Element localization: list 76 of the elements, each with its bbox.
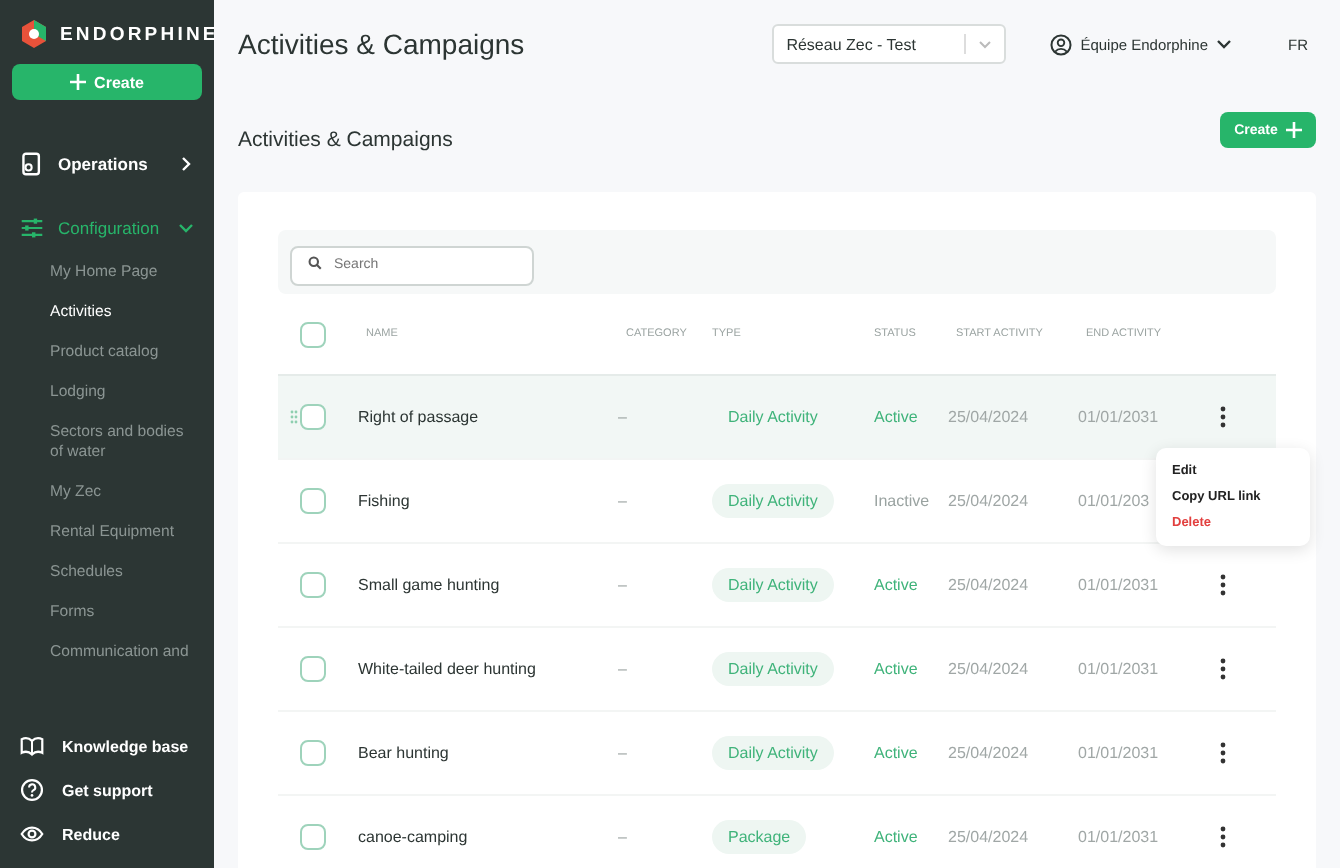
row-checkbox[interactable] xyxy=(300,572,326,598)
activity-name: Bear hunting xyxy=(358,744,451,762)
table-row[interactable]: White-tailed deer hunting – Daily Activity Active 25/04/2024 01/01/2031 xyxy=(278,628,1276,712)
row-checkbox[interactable] xyxy=(300,656,326,682)
row-checkbox[interactable] xyxy=(300,740,326,766)
more-options-icon[interactable] xyxy=(1220,826,1226,848)
status-text: Inactive xyxy=(872,492,932,510)
nav-section[interactable]: Configuration xyxy=(12,204,202,252)
start-date: 25/04/2024 xyxy=(948,660,1029,678)
nav-section[interactable]: Operations xyxy=(12,140,202,188)
table-row[interactable]: Bear hunting – Daily Activity Active 25/04/2024 01/01/2031 xyxy=(278,712,1276,796)
status-text: Active xyxy=(872,744,920,762)
more-options-icon[interactable] xyxy=(1220,658,1226,680)
type-tag: Daily Activity xyxy=(712,568,834,602)
search-icon xyxy=(308,256,322,270)
more-options-icon[interactable] xyxy=(1220,406,1226,428)
activity-name: Fishing xyxy=(358,492,412,510)
type-tag: Daily Activity xyxy=(712,400,834,434)
status-text: Active xyxy=(872,660,920,678)
type-tag: Package xyxy=(712,820,807,854)
end-date: 01/01/2031 xyxy=(1078,744,1159,762)
status-text: Active xyxy=(872,828,920,846)
table-row[interactable]: Small game hunting – Daily Activity Active 25/04/2024 01/01/2031 xyxy=(278,544,1276,628)
table-row[interactable]: Right of passage – Daily Activity Active 25/04/2024 01/01/2031 xyxy=(278,376,1276,460)
end-date: 01/01/2031 xyxy=(1078,828,1159,846)
start-date: 25/04/2024 xyxy=(948,828,1029,846)
more-options-icon[interactable] xyxy=(1220,574,1226,596)
row-checkbox[interactable] xyxy=(300,404,326,430)
activity-name: canoe-camping xyxy=(358,828,470,846)
status-text: Active xyxy=(872,576,920,594)
start-date: 25/04/2024 xyxy=(948,576,1029,594)
nav-item[interactable]: Get support xyxy=(12,768,202,812)
start-date: 25/04/2024 xyxy=(948,744,1029,762)
activity-name: White-tailed deer hunting xyxy=(358,660,538,678)
start-date: 25/04/2024 xyxy=(948,408,1029,426)
nav-item[interactable]: Knowledge base xyxy=(12,724,202,768)
section-title: Activities & Campaigns xyxy=(238,128,453,152)
activity-name: Small game hunting xyxy=(358,576,502,594)
activity-name: Right of passage xyxy=(358,408,481,426)
select-all-checkbox[interactable] xyxy=(300,321,326,347)
book-icon xyxy=(20,734,44,758)
row-checkbox[interactable] xyxy=(300,488,326,514)
chevron-icon xyxy=(178,156,194,172)
status-text: Active xyxy=(872,408,920,426)
type-tag: Daily Activity xyxy=(712,484,834,518)
plus-icon xyxy=(70,74,87,90)
eye-icon xyxy=(20,822,44,846)
row-checkbox[interactable] xyxy=(300,824,326,850)
start-date: 25/04/2024 xyxy=(948,492,1029,510)
chevron-icon xyxy=(178,220,194,236)
category-cell-text: – xyxy=(618,492,629,510)
chevron-icon xyxy=(1216,38,1232,50)
drag-handle-icon[interactable] xyxy=(290,410,298,424)
category-cell-text: – xyxy=(618,660,629,678)
document-icon xyxy=(20,152,44,176)
end-date: 01/01/2031 xyxy=(1078,576,1159,594)
category-cell-text: – xyxy=(618,408,629,426)
more-options-icon[interactable] xyxy=(1220,742,1226,764)
category-cell-text: – xyxy=(618,744,629,762)
type-tag: Daily Activity xyxy=(712,652,834,686)
user-avatar-icon xyxy=(1050,33,1073,55)
help-icon xyxy=(20,778,44,802)
end-date: 01/01/2031 xyxy=(1078,660,1159,678)
network-select[interactable]: Réseau Zec - Test xyxy=(772,24,1007,64)
end-date: 01/01/2031 xyxy=(1078,408,1159,426)
end-date: 01/01/203 xyxy=(1078,492,1150,510)
table-row[interactable]: canoe-camping – Package Active 25/04/2024 01/01/2031 xyxy=(278,796,1276,868)
chevron-icon xyxy=(978,39,993,49)
nav-item[interactable]: Reduce xyxy=(12,812,202,856)
category-cell-text: – xyxy=(618,828,629,846)
type-tag: Daily Activity xyxy=(712,736,834,770)
page-header-title: Activities & Campaigns xyxy=(238,28,527,60)
sliders-icon xyxy=(20,216,44,240)
brand-logo-icon xyxy=(20,20,48,48)
plus-icon xyxy=(1285,122,1302,138)
category-cell-text: – xyxy=(618,576,629,594)
